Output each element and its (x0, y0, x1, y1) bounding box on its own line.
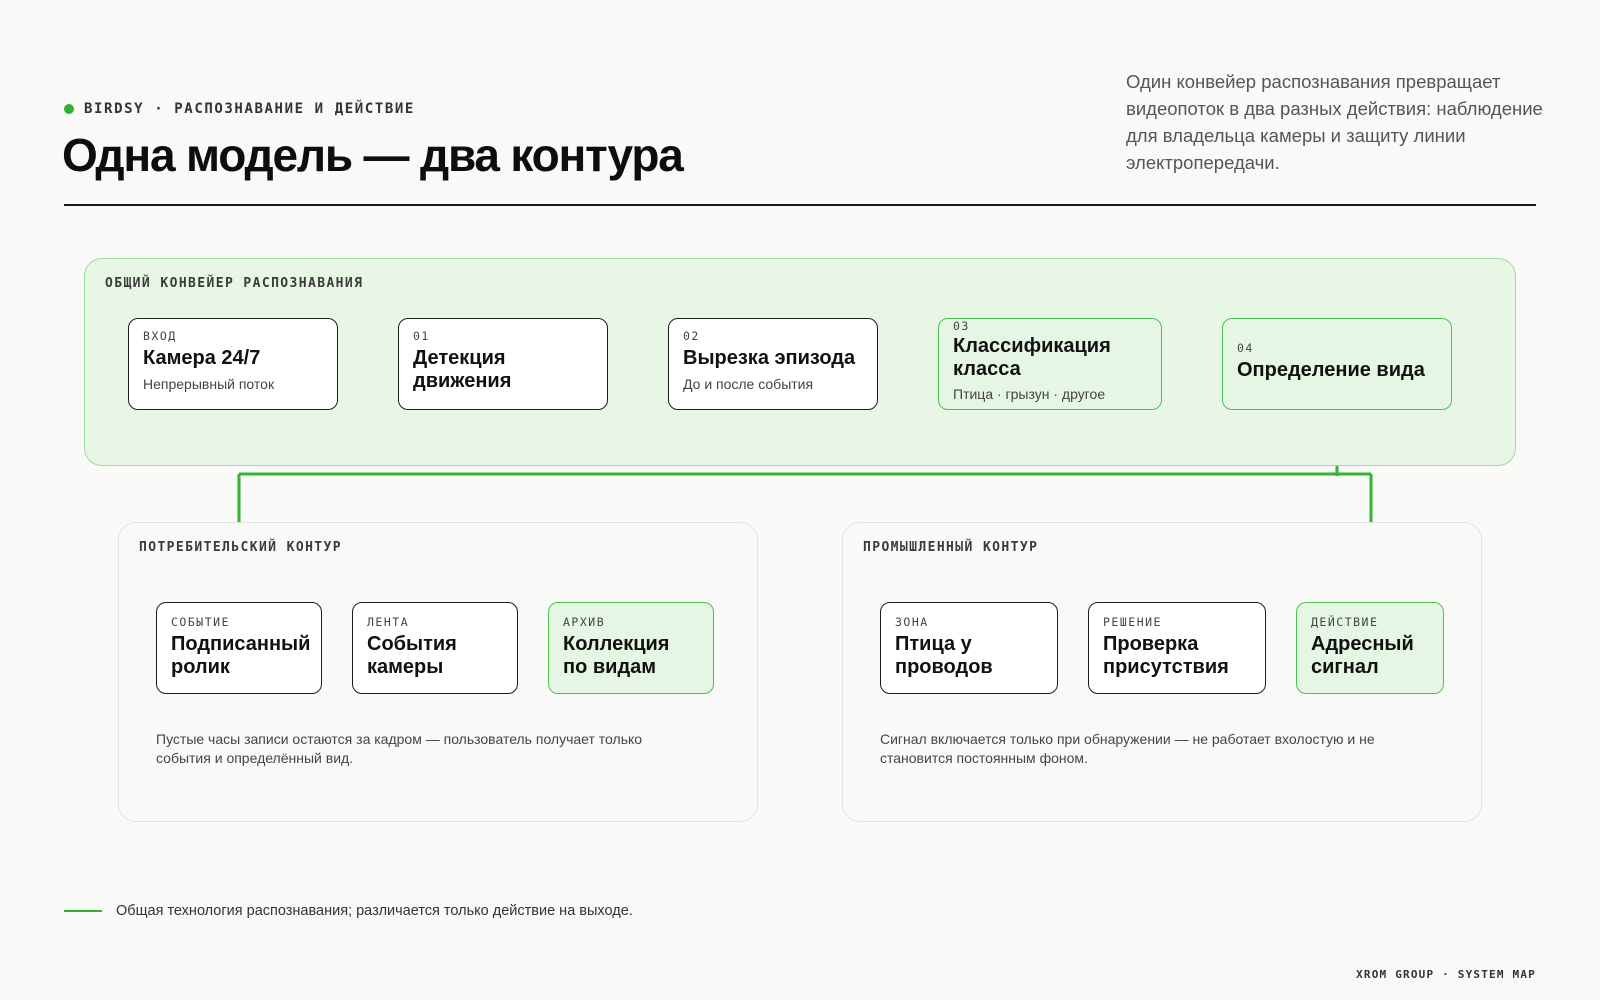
node-subtitle: Птица · грызун · другое (953, 386, 1106, 402)
node-title: Определение вида (1237, 359, 1425, 381)
node-tag: 03 (953, 319, 970, 333)
consumer-note: Пустые часы записи остаются за кадром — … (156, 731, 643, 766)
node-title: Коллекция по видам (563, 633, 670, 678)
node-presence-check[interactable]: РЕШЕНИЕ Проверка присутствия (1088, 602, 1266, 694)
legend: Общая технология распознавания; различае… (64, 903, 633, 919)
node-title: Детекция движения (413, 347, 512, 392)
node-episode-cut[interactable]: 02 Вырезка эпизода До и после события (668, 318, 878, 410)
node-title: Классификация класса (953, 335, 1111, 380)
node-tag: РЕШЕНИЕ (1103, 615, 1162, 629)
node-title: Проверка присутствия (1103, 633, 1229, 678)
node-species-identification[interactable]: 04 Определение вида (1222, 318, 1452, 410)
node-tag: ДЕЙСТВИЕ (1311, 615, 1379, 629)
industrial-note: Сигнал включается только при обнаружении… (880, 731, 1375, 766)
node-camera[interactable]: ВХОД Камера 24/7 Непрерывный поток (128, 318, 338, 410)
node-subtitle: Непрерывный поток (143, 376, 275, 392)
node-bird-near-wires[interactable]: ЗОНА Птица у проводов (880, 602, 1058, 694)
node-tag: АРХИВ (563, 615, 606, 629)
node-tag: 02 (683, 329, 700, 343)
footer-credit: XROM GROUP · SYSTEM MAP (1356, 968, 1536, 981)
node-tag: 01 (413, 329, 430, 343)
node-tag: ЗОНА (895, 615, 929, 629)
node-subtitle: До и после события (683, 376, 814, 392)
node-tag: СОБЫТИЕ (171, 615, 230, 629)
node-tag: ЛЕНТА (367, 615, 410, 629)
legend-text: Общая технология распознавания; различае… (116, 903, 633, 919)
node-title: Адресный сигнал (1311, 633, 1414, 678)
connector-lines (229, 356, 1381, 652)
node-title: Подписанный ролик (171, 633, 311, 678)
node-targeted-signal[interactable]: ДЕЙСТВИЕ Адресный сигнал (1296, 602, 1444, 694)
node-signed-clip[interactable]: СОБЫТИЕ Подписанный ролик (156, 602, 322, 694)
node-species-collection[interactable]: АРХИВ Коллекция по видам (548, 602, 714, 694)
industrial-label: ПРОМЫШЛЕННЫЙ КОНТУР (863, 540, 1039, 555)
node-tag: 04 (1237, 341, 1254, 355)
node-tag: ВХОД (143, 329, 177, 343)
consumer-label: ПОТРЕБИТЕЛЬСКИЙ КОНТУР (139, 540, 342, 555)
legend-swatch-icon (64, 910, 102, 912)
node-title: События камеры (367, 633, 457, 678)
node-classification[interactable]: 03 Классификация класса Птица · грызун ·… (938, 318, 1162, 410)
node-title: Вырезка эпизода (683, 347, 856, 369)
node-title: Камера 24/7 (143, 347, 261, 369)
node-title: Птица у проводов (895, 633, 993, 678)
node-motion-detection[interactable]: 01 Детекция движения (398, 318, 608, 410)
node-camera-feed[interactable]: ЛЕНТА События камеры (352, 602, 518, 694)
pipeline-label: ОБЩИЙ КОНВЕЙЕР РАСПОЗНАВАНИЯ (105, 276, 364, 291)
